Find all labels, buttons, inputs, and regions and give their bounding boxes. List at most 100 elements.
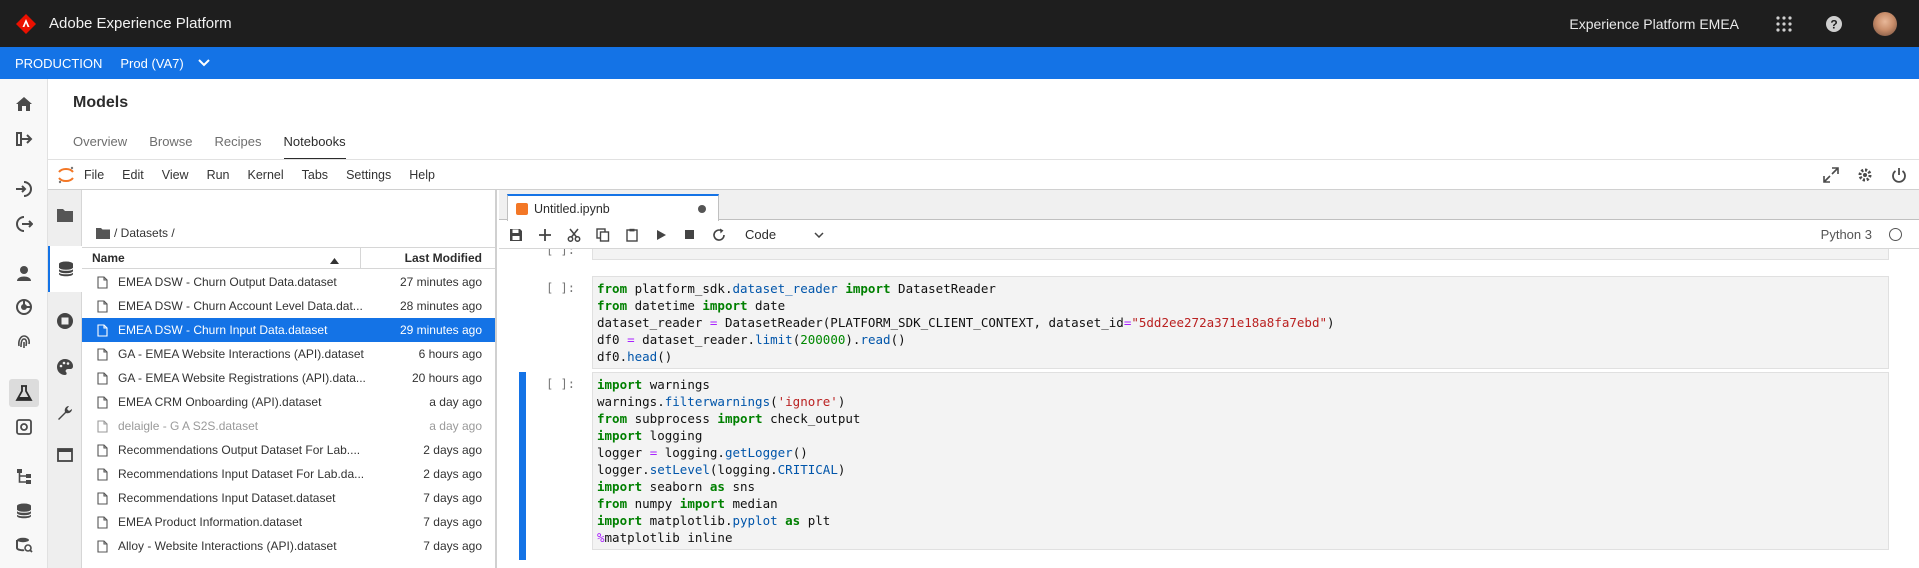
unsaved-dot-icon[interactable] bbox=[698, 204, 706, 213]
identities-icon[interactable] bbox=[13, 330, 35, 352]
sort-ascending-icon[interactable] bbox=[330, 253, 339, 267]
menu-help[interactable]: Help bbox=[409, 168, 435, 182]
run-icon[interactable] bbox=[646, 224, 675, 246]
adobe-logo-icon[interactable] bbox=[15, 13, 37, 35]
cut-icon[interactable] bbox=[559, 224, 588, 246]
file-list-item[interactable]: EMEA DSW - Churn Input Data.dataset 29 mi… bbox=[82, 318, 495, 342]
cell-input[interactable]: from platform_sdk.dataset_reader import … bbox=[592, 276, 1889, 369]
profiles-icon[interactable] bbox=[13, 262, 35, 284]
file-name[interactable]: Alloy - Website Interactions (API).datas… bbox=[118, 539, 368, 553]
notebook-panel: Untitled.ipynb Code Python 3 [ ]: [ ]: f… bbox=[499, 190, 1919, 568]
help-icon[interactable]: ? bbox=[1823, 13, 1845, 35]
restart-icon[interactable] bbox=[704, 224, 733, 246]
file-list-item[interactable]: Recommendations Output Dataset For Lab..… bbox=[82, 438, 495, 462]
cell-type-value[interactable]: Code bbox=[745, 227, 776, 242]
menu-view[interactable]: View bbox=[162, 168, 189, 182]
file-list-item[interactable]: EMEA Product Information.dataset 7 days a… bbox=[82, 510, 495, 534]
queries-icon[interactable] bbox=[13, 534, 35, 556]
org-switcher[interactable]: Experience Platform EMEA bbox=[1569, 16, 1739, 32]
menu-settings[interactable]: Settings bbox=[346, 168, 391, 182]
file-list-item[interactable]: EMEA CRM Onboarding (API).dataset a day a… bbox=[82, 390, 495, 414]
cell-input[interactable]: import warnings warnings.filterwarnings(… bbox=[592, 372, 1889, 550]
file-name[interactable]: EMEA DSW - Churn Output Data.dataset bbox=[118, 275, 368, 289]
breadcrumb-path[interactable]: / Datasets / bbox=[114, 226, 175, 240]
file-icon bbox=[97, 419, 109, 433]
file-name[interactable]: GA - EMEA Website Interactions (API).dat… bbox=[118, 347, 368, 361]
file-name[interactable]: EMEA CRM Onboarding (API).dataset bbox=[118, 395, 368, 409]
settings-gear-icon[interactable] bbox=[1855, 165, 1875, 185]
sandbox-selector[interactable]: Prod (VA7) bbox=[120, 56, 183, 71]
file-list-item[interactable]: Alloy - Website Interactions (API).datas… bbox=[82, 534, 495, 558]
wrench-icon[interactable] bbox=[54, 402, 76, 424]
file-name[interactable]: EMEA DSW - Churn Account Level Data.dat.… bbox=[118, 299, 368, 313]
file-name[interactable]: delaigle - G A S2S.dataset bbox=[118, 419, 368, 433]
file-modified: 6 hours ago bbox=[418, 347, 482, 361]
column-name-header[interactable]: Name bbox=[92, 251, 292, 265]
file-icon bbox=[97, 395, 109, 409]
folder-icon[interactable] bbox=[54, 204, 76, 226]
schemas-icon[interactable] bbox=[13, 465, 35, 487]
page-tabs: Overview Browse Recipes Notebooks bbox=[73, 134, 368, 160]
left-navigation bbox=[0, 79, 48, 568]
kernel-name[interactable]: Python 3 bbox=[1821, 227, 1872, 242]
apps-grid-icon[interactable] bbox=[1773, 13, 1795, 35]
tabs-icon[interactable] bbox=[54, 444, 76, 466]
datasets-icon[interactable] bbox=[13, 500, 35, 522]
file-list-item[interactable]: Recommendations Input Dataset.dataset 7 d… bbox=[82, 486, 495, 510]
file-name[interactable]: EMEA DSW - Churn Input Data.dataset bbox=[118, 323, 368, 337]
file-name[interactable]: Recommendations Input Dataset For Lab.da… bbox=[118, 467, 368, 481]
sources-icon[interactable] bbox=[13, 178, 35, 200]
models-flask-icon[interactable] bbox=[9, 379, 39, 407]
menu-kernel[interactable]: Kernel bbox=[248, 168, 284, 182]
file-modified: 27 minutes ago bbox=[399, 275, 482, 289]
menu-edit[interactable]: Edit bbox=[122, 168, 144, 182]
chevron-down-icon bbox=[814, 231, 824, 238]
copy-icon[interactable] bbox=[588, 224, 617, 246]
power-icon[interactable] bbox=[1889, 165, 1909, 185]
stop-icon[interactable] bbox=[675, 224, 704, 246]
app-title[interactable]: Adobe Experience Platform bbox=[49, 15, 232, 32]
running-kernels-icon[interactable] bbox=[54, 310, 76, 332]
notebook-tab-label[interactable]: Untitled.ipynb bbox=[534, 202, 610, 216]
column-modified-header[interactable]: Last Modified bbox=[360, 248, 495, 268]
tab-recipes[interactable]: Recipes bbox=[215, 134, 262, 160]
file-list-item[interactable]: GA - EMEA Website Interactions (API).dat… bbox=[82, 342, 495, 366]
file-name[interactable]: Recommendations Output Dataset For Lab..… bbox=[118, 443, 368, 457]
notebook-tab[interactable]: Untitled.ipynb bbox=[507, 194, 719, 221]
notebook-toolbar: Code Python 3 bbox=[499, 221, 1919, 249]
file-name[interactable]: EMEA Product Information.dataset bbox=[118, 515, 368, 529]
file-modified: 28 minutes ago bbox=[399, 299, 482, 313]
file-list-item[interactable]: GA - EMEA Website Registrations (API).da… bbox=[82, 366, 495, 390]
breadcrumb[interactable]: / Datasets / bbox=[96, 226, 175, 240]
folder-icon bbox=[96, 228, 110, 239]
tab-browse[interactable]: Browse bbox=[149, 134, 192, 160]
chevron-down-icon[interactable] bbox=[198, 56, 212, 70]
file-name[interactable]: GA - EMEA Website Registrations (API).da… bbox=[118, 371, 368, 385]
tab-notebooks[interactable]: Notebooks bbox=[283, 134, 346, 160]
data-explorer-icon[interactable] bbox=[48, 246, 82, 292]
paste-icon[interactable] bbox=[617, 224, 646, 246]
file-list-item[interactable]: Recommendations Input Dataset For Lab.da… bbox=[82, 462, 495, 486]
add-cell-icon[interactable] bbox=[530, 224, 559, 246]
tab-overview[interactable]: Overview bbox=[73, 134, 127, 160]
file-modified: 20 hours ago bbox=[411, 371, 482, 385]
file-list-item[interactable]: EMEA DSW - Churn Output Data.dataset 27 m… bbox=[82, 270, 495, 294]
user-avatar[interactable] bbox=[1873, 11, 1897, 36]
destinations-icon[interactable] bbox=[13, 213, 35, 235]
services-gear-icon[interactable] bbox=[13, 416, 35, 438]
save-icon[interactable] bbox=[501, 224, 530, 246]
menu-file[interactable]: File bbox=[84, 168, 104, 182]
menu-tabs[interactable]: Tabs bbox=[302, 168, 328, 182]
file-list-item[interactable]: delaigle - G A S2S.dataset a day ago bbox=[82, 414, 495, 438]
expand-icon[interactable] bbox=[1821, 165, 1841, 185]
palette-icon[interactable] bbox=[54, 356, 76, 378]
cell-input[interactable] bbox=[592, 249, 1889, 260]
file-icon bbox=[97, 299, 109, 313]
file-name[interactable]: Recommendations Input Dataset.dataset bbox=[118, 491, 368, 505]
home-icon[interactable] bbox=[13, 93, 35, 115]
menu-run[interactable]: Run bbox=[207, 168, 230, 182]
segments-icon[interactable] bbox=[13, 296, 35, 318]
file-list-item[interactable]: EMEA DSW - Churn Account Level Data.dat.… bbox=[82, 294, 495, 318]
workflows-icon[interactable] bbox=[13, 128, 35, 150]
cell-type-select[interactable]: Code bbox=[745, 227, 835, 242]
